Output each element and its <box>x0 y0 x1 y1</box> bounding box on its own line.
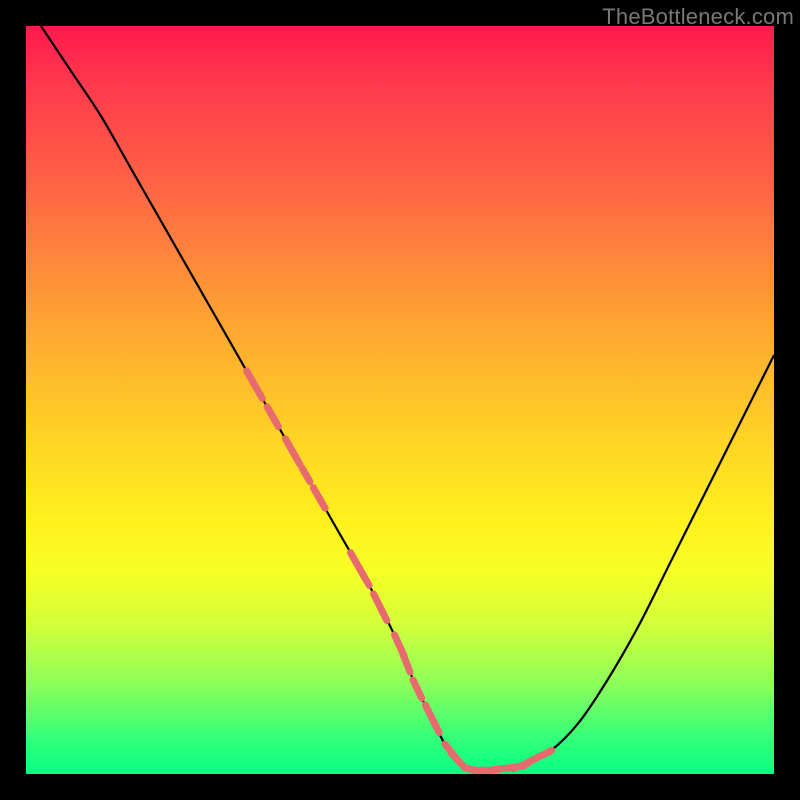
curve-marker <box>403 654 410 672</box>
curve-marker <box>320 498 326 508</box>
chart-plot-area <box>26 26 774 774</box>
curve-marker <box>302 468 310 482</box>
curve-marker <box>273 416 279 426</box>
curve-marker <box>542 750 552 755</box>
curve-markers <box>247 371 552 772</box>
curve-marker <box>380 607 387 620</box>
bottleneck-curve-svg <box>26 26 774 774</box>
curve-marker <box>292 451 300 465</box>
curve-marker <box>413 680 422 698</box>
curve-marker <box>359 567 369 585</box>
chart-frame: TheBottleneck.com <box>0 0 800 800</box>
curve-marker <box>254 384 262 398</box>
curve-marker <box>433 720 439 733</box>
